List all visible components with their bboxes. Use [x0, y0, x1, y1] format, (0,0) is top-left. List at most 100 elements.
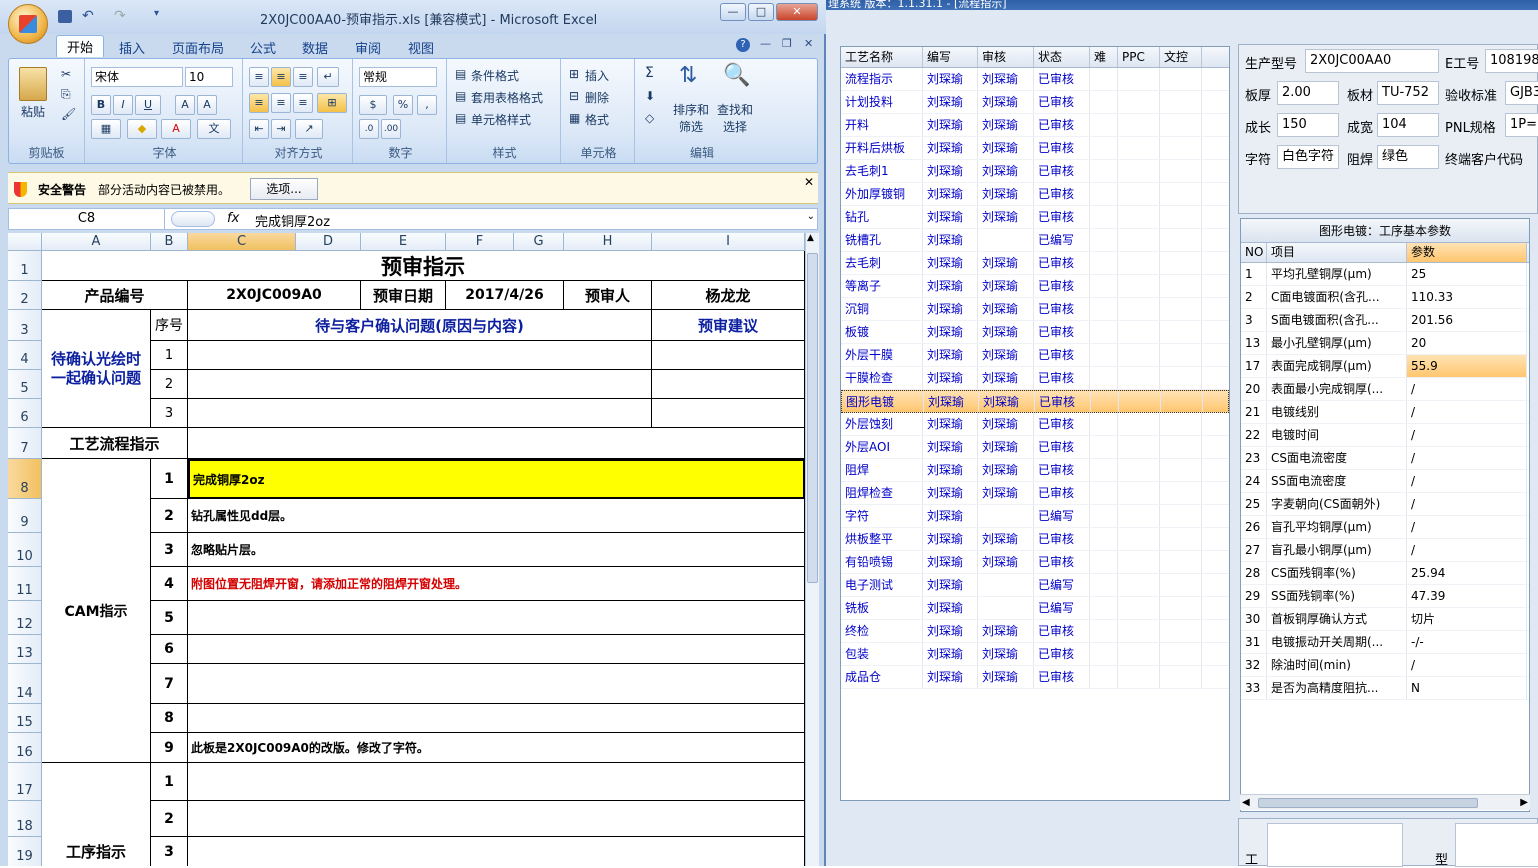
paste-button[interactable]: 粘贴: [21, 103, 45, 120]
help-icon[interactable]: ?: [736, 38, 750, 52]
format-painter-icon[interactable]: 🖌: [61, 107, 76, 121]
column-header[interactable]: G: [514, 233, 564, 251]
column-header[interactable]: I: [652, 233, 805, 251]
process-row[interactable]: 钻孔 刘琛瑜 刘琛瑜 已审核: [841, 206, 1229, 229]
issue-header[interactable]: 待与客户确认问题(原因与内容): [188, 310, 652, 341]
row-header[interactable]: 6: [8, 399, 42, 428]
process-row[interactable]: 阻焊检查 刘琛瑜 刘琛瑜 已审核: [841, 482, 1229, 505]
width-field[interactable]: 104: [1377, 113, 1439, 137]
col-header[interactable]: 编写: [923, 47, 978, 67]
seq-number[interactable]: 1: [151, 763, 188, 801]
cam-instruction-cell[interactable]: [188, 601, 805, 635]
col-header[interactable]: 状态: [1034, 47, 1090, 67]
increase-indent-icon[interactable]: ⇥: [271, 119, 291, 139]
cam-label[interactable]: CAM指示: [42, 459, 151, 763]
process-row[interactable]: 去毛刺1 刘琛瑜 刘琛瑜 已审核: [841, 160, 1229, 183]
process-row[interactable]: 烘板整平 刘琛瑜 刘琛瑜 已审核: [841, 528, 1229, 551]
format-cells-button[interactable]: 格式: [585, 111, 609, 128]
align-center-icon[interactable]: ≡: [271, 93, 291, 113]
scroll-right-icon[interactable]: ▶: [1520, 797, 1528, 808]
seq-number[interactable]: 6: [151, 635, 188, 664]
vertical-scrollbar[interactable]: ▲: [805, 233, 819, 866]
row-header[interactable]: 19: [8, 837, 42, 866]
scroll-thumb[interactable]: [807, 253, 818, 583]
cam-instruction-cell[interactable]: 钻孔属性见dd层。: [188, 499, 805, 533]
bottom-field[interactable]: [1267, 823, 1403, 867]
param-row[interactable]: 26 盲孔平均铜厚(μm) /: [1241, 516, 1529, 539]
merge-center-icon[interactable]: ⊞: [317, 93, 347, 113]
column-header[interactable]: F: [446, 233, 514, 251]
param-row[interactable]: 20 表面最小完成铜厚(... /: [1241, 378, 1529, 401]
process-instruction-cell[interactable]: [188, 763, 805, 801]
process-row[interactable]: 包装 刘琛瑜 刘琛瑜 已审核: [841, 643, 1229, 666]
issue-cell[interactable]: [188, 370, 652, 399]
process-row[interactable]: 终检 刘琛瑜 刘琛瑜 已审核: [841, 620, 1229, 643]
suggest-cell[interactable]: [652, 399, 805, 428]
scroll-left-icon[interactable]: ◀: [1242, 797, 1250, 808]
format-cells-icon[interactable]: ▦: [569, 111, 580, 125]
process-row[interactable]: 开料 刘琛瑜 刘琛瑜 已审核: [841, 114, 1229, 137]
process-row[interactable]: 外加厚镀铜 刘琛瑜 刘琛瑜 已审核: [841, 183, 1229, 206]
param-row[interactable]: 25 字麦朝向(CS面朝外) /: [1241, 493, 1529, 516]
orientation-icon[interactable]: ↗: [295, 119, 323, 139]
tab-review[interactable]: 审阅: [355, 38, 381, 57]
process-row[interactable]: 等离子 刘琛瑜 刘琛瑜 已审核: [841, 275, 1229, 298]
underline-icon[interactable]: U: [135, 95, 161, 115]
number-format-select[interactable]: 常规: [359, 67, 437, 87]
align-left-icon[interactable]: ≡: [249, 93, 269, 113]
tab-page-layout[interactable]: 页面布局: [172, 38, 224, 57]
sort-filter-icon[interactable]: ⇅: [679, 63, 697, 88]
cam-instruction-cell[interactable]: [188, 704, 805, 733]
process-row[interactable]: 外层蚀刻 刘琛瑜 刘琛瑜 已审核: [841, 413, 1229, 436]
seq-number[interactable]: 5: [151, 601, 188, 635]
seq-number[interactable]: 9: [151, 733, 188, 763]
row-header[interactable]: 3: [8, 310, 42, 341]
column-header[interactable]: C: [188, 233, 296, 251]
quick-access-menu-icon[interactable]: ▾: [154, 8, 159, 19]
row-header[interactable]: 11: [8, 567, 42, 601]
row-header[interactable]: 14: [8, 664, 42, 704]
cam-instruction-cell[interactable]: 附图位置无阻焊开窗，请添加正常的阻焊开窗处理。: [188, 567, 805, 601]
row-header[interactable]: 4: [8, 341, 42, 370]
reviewer-label[interactable]: 预审人: [564, 281, 652, 310]
cam-instruction-cell[interactable]: [188, 664, 805, 704]
row-header[interactable]: 16: [8, 733, 42, 763]
row-header[interactable]: 7: [8, 428, 42, 459]
pending-issues-label[interactable]: 待确认光绘时 一起确认问题: [42, 310, 151, 428]
product-no-value[interactable]: 2X0JC009A0: [188, 281, 361, 310]
process-row[interactable]: 去毛刺 刘琛瑜 刘琛瑜 已审核: [841, 252, 1229, 275]
suggest-header[interactable]: 预审建议: [652, 310, 805, 341]
decrease-decimal-icon[interactable]: .00: [381, 119, 401, 139]
close-warning-icon[interactable]: ✕: [804, 175, 814, 189]
ribbon-restore-icon[interactable]: ❐: [782, 37, 792, 50]
options-button[interactable]: 选项...: [250, 178, 318, 200]
suggest-cell[interactable]: [652, 370, 805, 399]
sheet-title-cell[interactable]: 预审指示: [42, 251, 805, 281]
fill-color-icon[interactable]: ◆: [127, 119, 157, 139]
align-bottom-icon[interactable]: ≡: [293, 67, 313, 87]
table-format-button[interactable]: 套用表格格式: [471, 89, 543, 106]
process-row[interactable]: 开料后烘板 刘琛瑜 刘琛瑜 已审核: [841, 137, 1229, 160]
process-row[interactable]: 成品仓 刘琛瑜 刘琛瑜 已审核: [841, 666, 1229, 689]
process-instruction-cell[interactable]: [188, 837, 805, 866]
formula-tools-icon[interactable]: [171, 211, 215, 227]
conditional-format-icon[interactable]: ▤: [455, 67, 466, 81]
thickness-field[interactable]: 2.00: [1277, 81, 1339, 105]
product-model-field[interactable]: 2X0JC00AA0: [1305, 49, 1439, 73]
percent-icon[interactable]: %: [393, 95, 413, 115]
table-format-icon[interactable]: ▤: [455, 89, 466, 103]
seq-label[interactable]: 序号: [151, 310, 188, 341]
name-box[interactable]: C8: [9, 209, 165, 229]
column-header[interactable]: B: [151, 233, 188, 251]
decrease-indent-icon[interactable]: ⇤: [249, 119, 269, 139]
process-row[interactable]: 外层干膜 刘琛瑜 刘琛瑜 已审核: [841, 344, 1229, 367]
row-header[interactable]: 18: [8, 801, 42, 837]
param-row[interactable]: 31 电镀振动开关周期(... -/-: [1241, 631, 1529, 654]
col-header[interactable]: PPC: [1118, 47, 1160, 67]
paste-icon[interactable]: [19, 67, 47, 101]
row-header[interactable]: 9: [8, 499, 42, 533]
cam-instruction-cell[interactable]: [188, 635, 805, 664]
font-size-select[interactable]: 10: [185, 67, 233, 87]
param-row[interactable]: 21 电镀线别 /: [1241, 401, 1529, 424]
select-all-corner[interactable]: [8, 233, 42, 251]
